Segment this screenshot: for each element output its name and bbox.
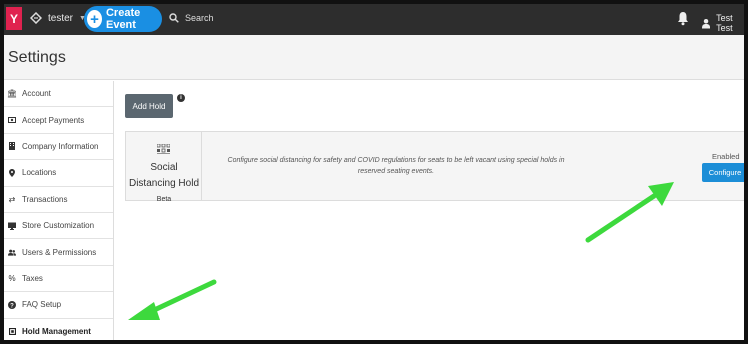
sidebar-item-label: Company Information — [22, 141, 99, 151]
org-switcher[interactable]: tester ▼ — [30, 12, 86, 24]
user-name: Test Test — [716, 13, 733, 33]
question-circle-icon: ? — [8, 300, 16, 309]
percent-icon: % — [8, 273, 16, 283]
sidebar-item-store-customization[interactable]: Store Customization — [4, 213, 113, 240]
sidebar-item-faq-setup[interactable]: ? FAQ Setup — [4, 292, 113, 319]
users-icon — [8, 248, 16, 256]
sidebar-item-label: Accept Payments — [22, 115, 85, 125]
bell-icon[interactable] — [677, 11, 689, 26]
page-title: Settings — [8, 49, 66, 66]
money-icon — [8, 116, 16, 124]
tag-icon — [30, 12, 42, 24]
bank-icon: 🏛 — [6, 89, 18, 99]
sidebar-item-company-information[interactable]: Company Information — [4, 134, 113, 161]
building-icon — [8, 142, 16, 151]
svg-text:?: ? — [10, 303, 14, 309]
sidebar-item-locations[interactable]: Locations — [4, 160, 113, 187]
sidebar-item-label: Users & Permissions — [22, 247, 97, 257]
annotation-arrow-configure — [585, 182, 674, 243]
exchange-icon: ⇄ — [8, 194, 16, 204]
sidebar-item-label: FAQ Setup — [22, 300, 62, 310]
add-hold-button[interactable]: Add Hold — [125, 94, 173, 118]
sidebar-item-transactions[interactable]: ⇄ Transactions — [4, 187, 113, 213]
hold-description: Configure social distancing for safety a… — [227, 157, 565, 175]
hold-icon — [8, 327, 16, 335]
user-menu[interactable]: Test Test — [702, 13, 744, 33]
sidebar-item-accept-payments[interactable]: Accept Payments — [4, 107, 113, 134]
create-event-button[interactable]: + Create Event — [84, 6, 162, 32]
search-link[interactable]: Search — [169, 13, 214, 23]
settings-sidebar: 🏛 Account Accept Payments Company Inform… — [4, 81, 114, 340]
configure-button[interactable]: Configure — [702, 163, 744, 182]
seat-grid-icon — [157, 144, 170, 154]
info-icon[interactable]: i — [177, 94, 185, 102]
plus-icon: + — [87, 10, 102, 28]
app-window: Y tester ▼ + Create Event Search Test Te… — [0, 0, 748, 344]
search-label: Search — [185, 13, 214, 23]
org-name: tester — [48, 12, 74, 24]
map-marker-icon — [8, 168, 16, 177]
page-header: Settings — [4, 35, 744, 80]
sidebar-item-label: Hold Management — [22, 326, 91, 336]
sidebar-item-label: Taxes — [22, 273, 43, 283]
sidebar-item-account[interactable]: 🏛 Account — [4, 81, 113, 108]
brand-logo[interactable]: Y — [6, 7, 22, 30]
sidebar-item-label: Account — [22, 89, 51, 99]
status-label: Enabled — [712, 152, 740, 161]
sidebar-item-taxes[interactable]: % Taxes — [4, 266, 113, 293]
annotation-arrow-hold-management — [128, 279, 217, 320]
desktop-icon — [8, 222, 16, 230]
hold-name-text: Social Distancing Hold — [128, 162, 200, 189]
top-navbar: Y tester ▼ + Create Event Search Test Te… — [4, 4, 744, 35]
hold-name: Social Distancing Hold Beta — [126, 160, 202, 211]
hold-title-cell: Social Distancing Hold Beta — [126, 132, 202, 203]
sidebar-item-users-permissions[interactable]: Users & Permissions — [4, 239, 113, 266]
beta-badge: Beta — [156, 196, 172, 203]
search-icon — [169, 13, 179, 23]
sidebar-item-label: Transactions — [22, 194, 68, 204]
create-event-label: Create Event — [105, 7, 141, 31]
sidebar-item-hold-management[interactable]: Hold Management — [4, 319, 113, 340]
sidebar-item-label: Store Customization — [22, 221, 95, 231]
sidebar-item-label: Locations — [22, 168, 57, 178]
user-icon — [702, 18, 711, 28]
